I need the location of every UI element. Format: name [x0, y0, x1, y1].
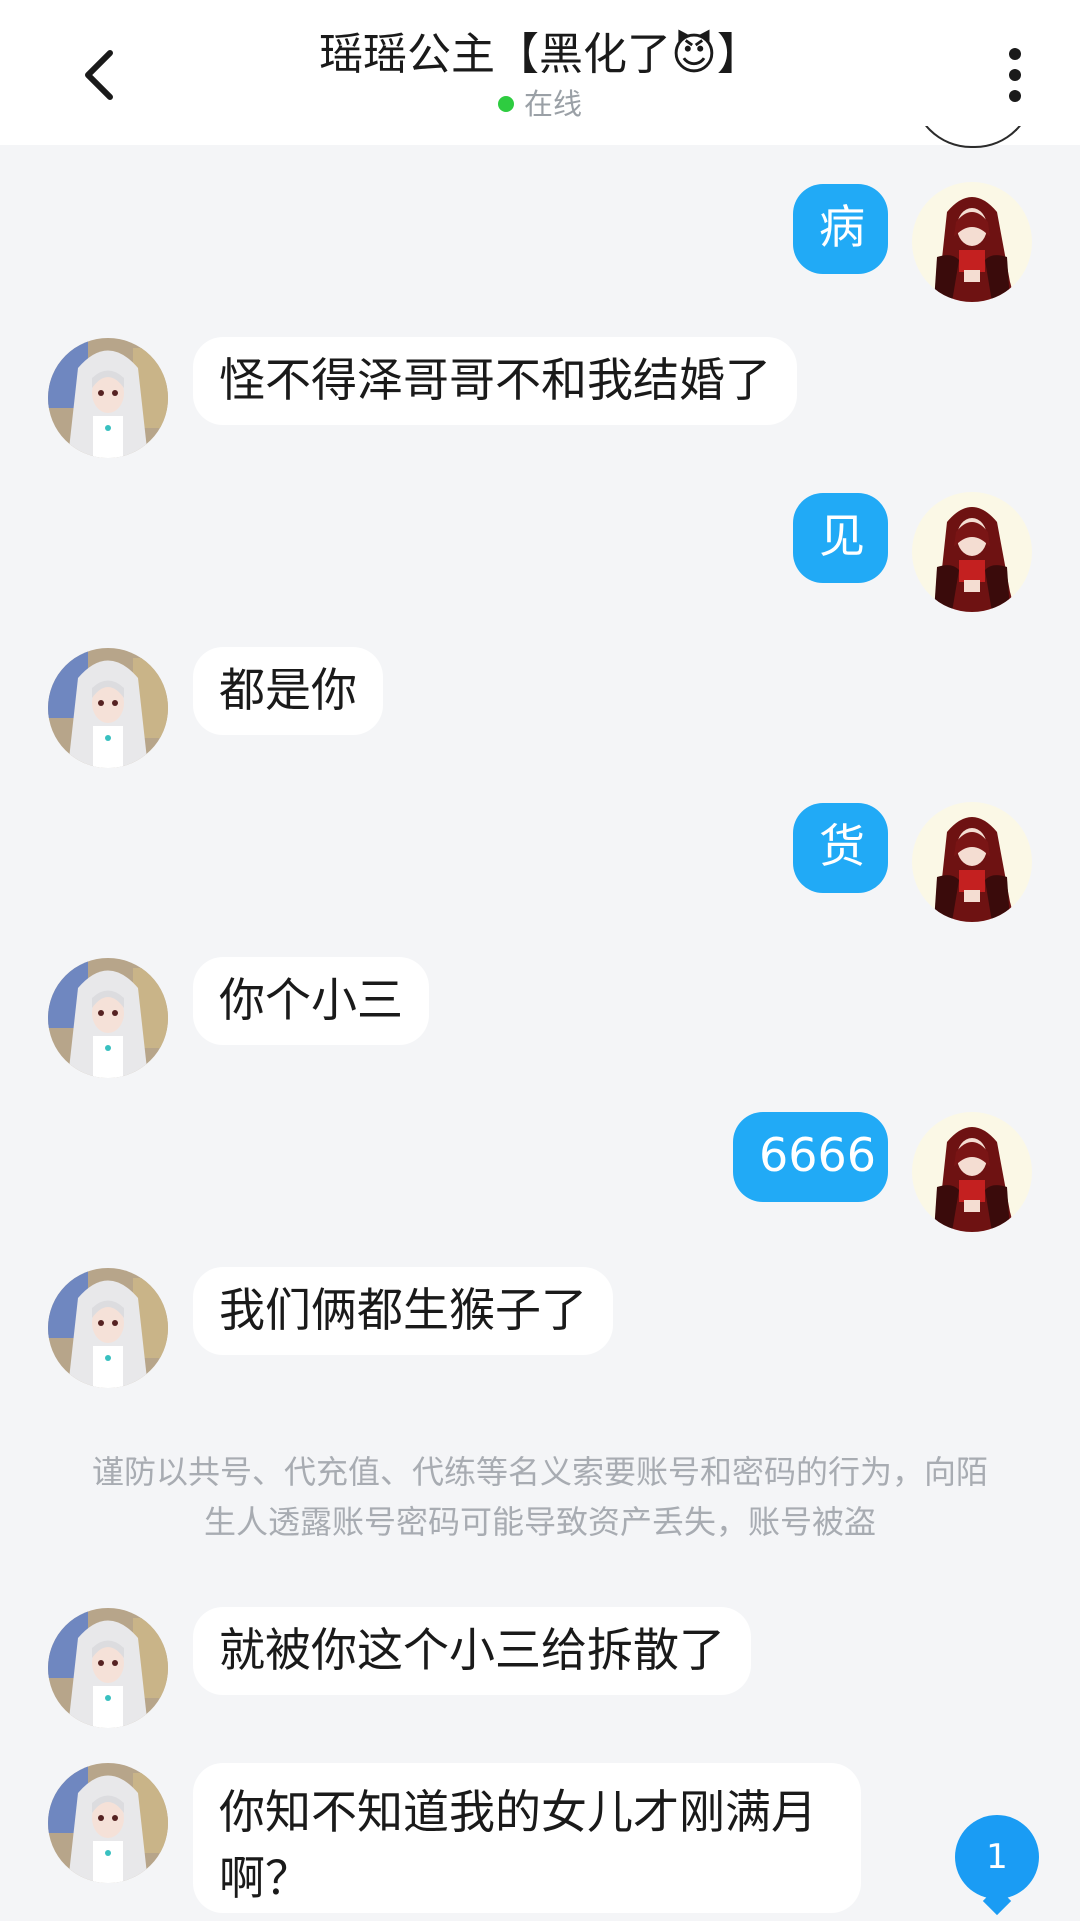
security-notice: 谨防以共号、代充值、代练等名义索要账号和密码的行为，向陌生人透露账号密码可能导致… [91, 1453, 988, 1541]
incoming-message[interactable]: 你个小三 [193, 957, 429, 1045]
outgoing-message[interactable]: 货 [793, 803, 888, 893]
incoming-message[interactable]: 我们俩都生猴子了 [193, 1267, 613, 1355]
chat-header: 瑶瑶公主【黑化了😈】 在线 [0, 0, 1080, 145]
online-status-label: 在线 [523, 87, 582, 121]
unread-count-badge[interactable]: 1 [955, 1815, 1039, 1899]
incoming-message[interactable]: 你知不知道我的女儿才刚满月啊？ [193, 1763, 861, 1913]
back-button[interactable] [60, 30, 140, 120]
incoming-message[interactable]: 怪不得泽哥哥不和我结婚了 [193, 337, 797, 425]
more-options-button[interactable] [985, 30, 1045, 120]
incoming-message[interactable]: 都是你 [193, 647, 383, 735]
my-avatar[interactable] [912, 182, 1032, 302]
online-status: 在线 [180, 86, 900, 122]
chat-title: 瑶瑶公主【黑化了😈】 [319, 29, 761, 80]
outgoing-message[interactable]: 见 [793, 493, 888, 583]
contact-avatar[interactable] [48, 958, 168, 1078]
chat-title-block[interactable]: 瑶瑶公主【黑化了😈】 在线 [180, 26, 900, 122]
contact-avatar[interactable] [48, 338, 168, 458]
contact-avatar[interactable] [48, 1268, 168, 1388]
my-avatar[interactable] [912, 492, 1032, 612]
my-avatar[interactable] [912, 802, 1032, 922]
contact-avatar[interactable] [48, 648, 168, 768]
online-dot-icon [497, 96, 514, 112]
outgoing-message[interactable]: 病 [793, 184, 888, 274]
outgoing-message[interactable]: 6666 [733, 1112, 888, 1202]
my-avatar[interactable] [912, 1112, 1032, 1232]
more-vertical-icon [1009, 48, 1021, 102]
incoming-message[interactable]: 就被你这个小三给拆散了 [193, 1607, 751, 1695]
contact-avatar[interactable] [48, 1608, 168, 1728]
contact-avatar[interactable] [48, 1763, 168, 1883]
unread-count: 1 [986, 1837, 1008, 1877]
chevron-left-icon [85, 50, 113, 100]
